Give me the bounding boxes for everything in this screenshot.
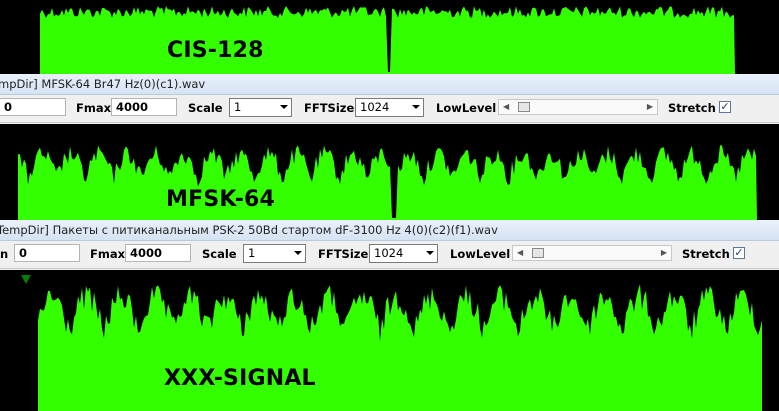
fftsize-select[interactable]: 1024 (369, 244, 438, 263)
scale-value: 1 (234, 100, 242, 114)
spectrum-graph-cis128 (40, 6, 735, 74)
chevron-down-icon (294, 251, 302, 255)
signal-label-cis128: CIS-128 (167, 38, 264, 63)
fftsize-select[interactable]: 1024 (355, 98, 424, 117)
analyzer-window-2: TempDir] Пакеты с питиканальным PSK-2 50… (0, 220, 779, 270)
spectrum-fill (40, 6, 735, 74)
chevron-down-icon (426, 251, 434, 255)
fftsize-label: FFTSize (304, 101, 355, 115)
toolbar-1: 0 Fmax 4000 Scale 1 FFTSize 1024 LowLeve… (0, 95, 779, 123)
slider-thumb[interactable] (532, 248, 544, 258)
arrow-left-icon[interactable]: ◀ (517, 247, 523, 259)
signal-label-mfsk64: MFSK-64 (166, 187, 276, 212)
stretch-checkbox[interactable]: ✓ (733, 247, 745, 259)
scale-value: 1 (248, 246, 256, 260)
arrow-right-icon[interactable]: ▶ (661, 247, 667, 259)
fmax-field[interactable]: 4000 (125, 244, 191, 262)
fmin-field[interactable]: 0 (14, 244, 80, 262)
spectrum-graph-xxx (38, 284, 762, 411)
chevron-down-icon (280, 105, 288, 109)
window-title-text: mpDir] MFSK-64 Br47 Hz(0)(c1).wav (0, 77, 206, 91)
spectrum-panel-cis128: CIS-128 (0, 0, 779, 74)
arrow-left-icon[interactable]: ◀ (503, 101, 509, 113)
fmax-field[interactable]: 4000 (111, 98, 177, 116)
window-title-2[interactable]: TempDir] Пакеты с питиканальным PSK-2 50… (0, 220, 779, 241)
fmin-value: 0 (4, 100, 13, 114)
scale-label: Scale (202, 247, 237, 261)
slider-thumb[interactable] (518, 102, 530, 112)
fftsize-label: FFTSize (318, 247, 369, 261)
spectrum-fill (18, 145, 757, 220)
fmin-label-fragment: n (0, 247, 9, 261)
fftsize-value: 1024 (374, 246, 404, 260)
stretch-checkbox[interactable]: ✓ (719, 101, 731, 113)
fftsize-value: 1024 (360, 100, 390, 114)
chevron-down-icon (412, 105, 420, 109)
arrow-right-icon[interactable]: ▶ (647, 101, 653, 113)
window-title-1[interactable]: mpDir] MFSK-64 Br47 Hz(0)(c1).wav (0, 74, 779, 95)
scale-select[interactable]: 1 (229, 98, 292, 117)
scale-label: Scale (188, 101, 223, 115)
signal-label-xxx: XXX-SIGNAL (164, 366, 316, 391)
window-title-text: TempDir] Пакеты с питиканальным PSK-2 50… (0, 223, 498, 237)
analyzer-window-1: mpDir] MFSK-64 Br47 Hz(0)(c1).wav 0 Fmax… (0, 74, 779, 124)
fmin-field[interactable]: 0 (0, 98, 66, 116)
spectrum-panel-mfsk64: MFSK-64 (0, 139, 779, 220)
fmax-label: Fmax (76, 101, 112, 115)
fmax-value: 4000 (130, 246, 163, 260)
toolbar-2: n 0 Fmax 4000 Scale 1 FFTSize 1024 LowLe… (0, 241, 779, 269)
lowlevel-slider[interactable]: ◀ ▶ (498, 99, 658, 115)
fmin-value: 0 (19, 246, 28, 260)
lowlevel-slider[interactable]: ◀ ▶ (512, 245, 672, 261)
lowlevel-label: LowLevel (436, 101, 497, 115)
fmax-value: 4000 (116, 100, 149, 114)
lowlevel-label: LowLevel (450, 247, 511, 261)
spectrum-fill (38, 284, 762, 411)
stretch-label: Stretch (682, 247, 730, 261)
stretch-label: Stretch (668, 101, 716, 115)
spectrum-graph-mfsk64 (18, 145, 757, 220)
spectrum-panel-xxx: XXX-SIGNAL (0, 270, 779, 411)
scale-select[interactable]: 1 (243, 244, 306, 263)
fmax-label: Fmax (90, 247, 126, 261)
